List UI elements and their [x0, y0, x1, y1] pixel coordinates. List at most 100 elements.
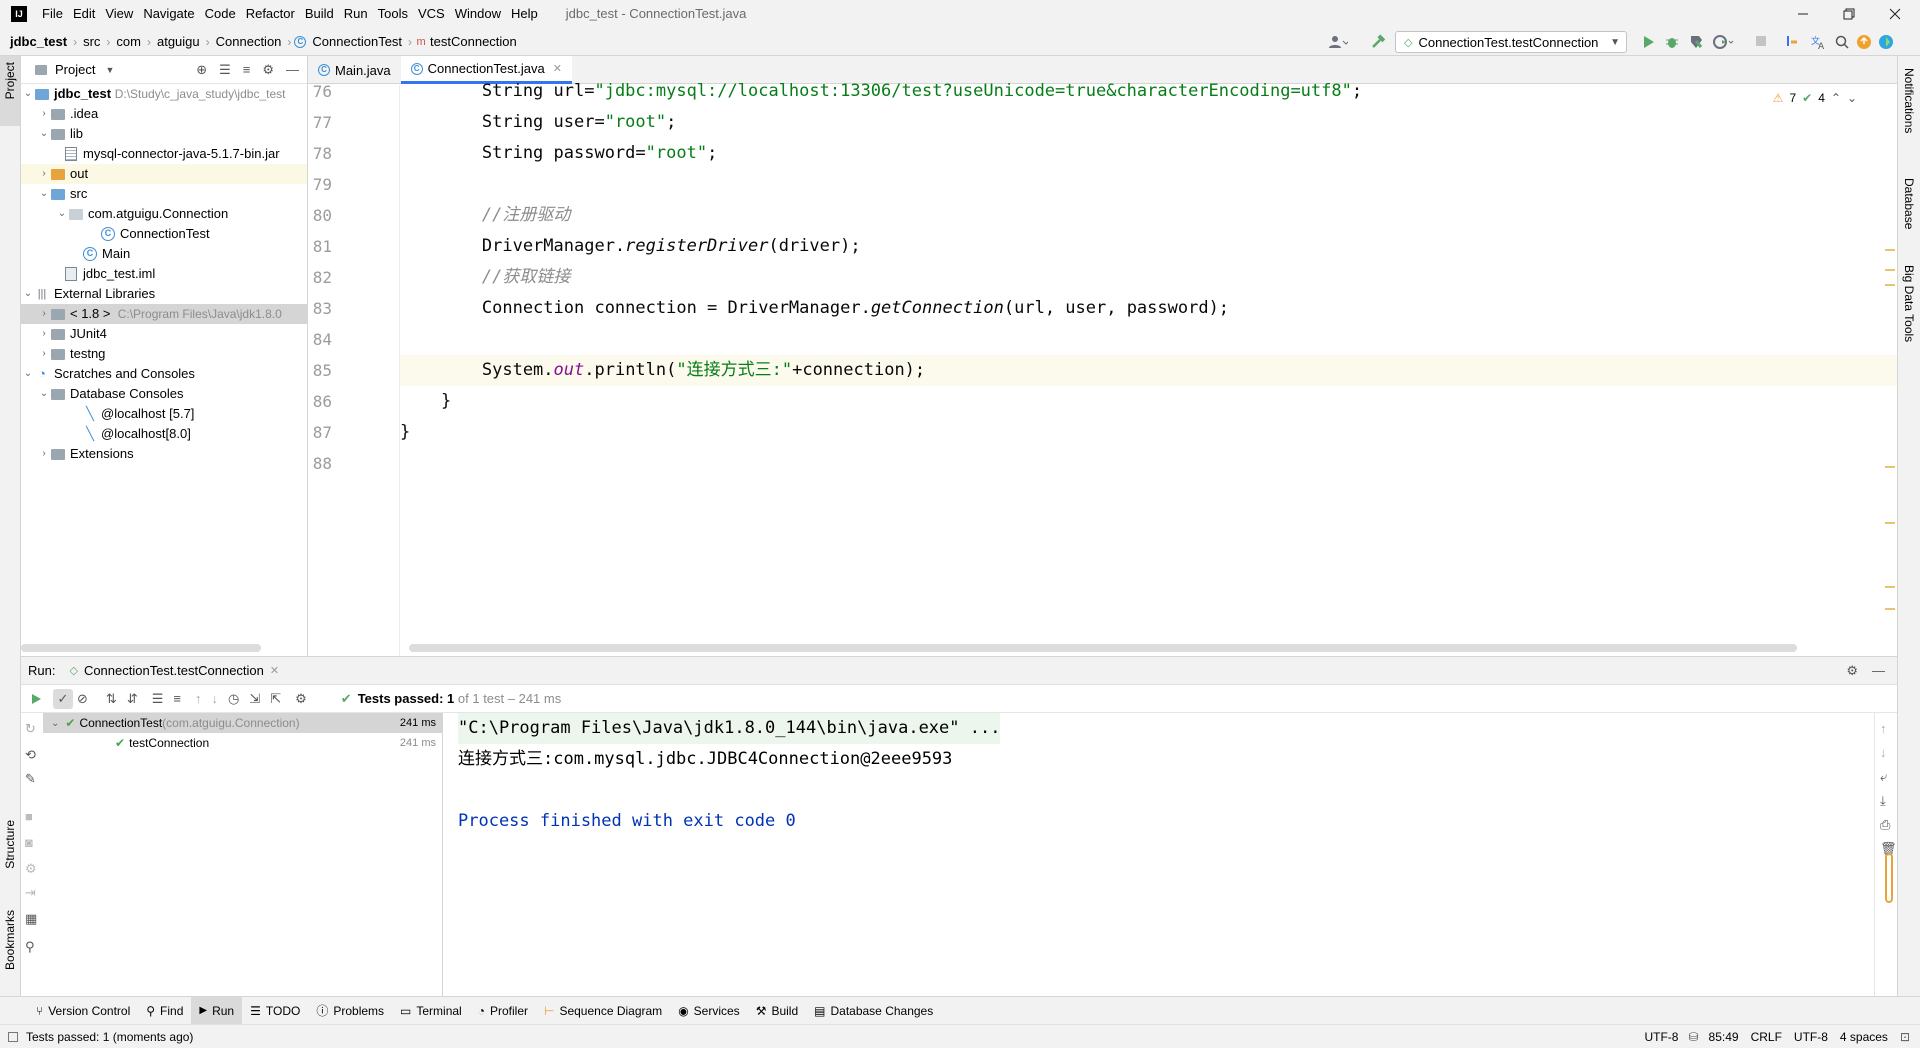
close-window-button[interactable]: [1872, 0, 1918, 28]
tab-terminal[interactable]: ▭ Terminal: [392, 997, 470, 1024]
sort-duration-icon[interactable]: ⇵: [127, 691, 138, 707]
db-icon[interactable]: ⛁: [1688, 1030, 1698, 1044]
stop-icon[interactable]: ■: [25, 809, 33, 824]
minimize-button[interactable]: [1780, 0, 1826, 28]
menu-view[interactable]: View: [100, 0, 138, 28]
project-panel-title[interactable]: Project: [55, 62, 95, 77]
tree-item-scratches[interactable]: ⌄ ◔ Scratches and Consoles: [21, 364, 195, 384]
inspection-widget[interactable]: ⚠ 7 ✔ 4 ⌃ ⌄: [1773, 91, 1857, 105]
notifications-tool-button[interactable]: Notifications: [1898, 64, 1920, 164]
tree-item-src[interactable]: ⌄ src: [37, 184, 88, 204]
menu-build[interactable]: Build: [300, 0, 339, 28]
tree-item-jar[interactable]: mysql-connector-java-5.1.7-bin.jar: [65, 144, 280, 164]
menu-window[interactable]: Window: [450, 0, 506, 28]
error-stripe-mark[interactable]: [1885, 269, 1895, 271]
error-stripe-mark[interactable]: [1885, 608, 1895, 610]
tree-item-main[interactable]: C Main: [83, 244, 130, 264]
project-horizontal-scrollbar[interactable]: [21, 644, 261, 652]
breadcrumb-method[interactable]: testConnection: [427, 34, 520, 49]
locate-icon[interactable]: ⊕: [196, 62, 207, 78]
run-tab-label[interactable]: ConnectionTest.testConnection: [84, 663, 264, 678]
tree-item-localhost-80[interactable]: ╲ @localhost[8.0]: [83, 424, 191, 444]
rerun-failed-icon[interactable]: ↻: [25, 721, 36, 737]
wrench-icon[interactable]: ✎: [25, 771, 36, 787]
big-data-tools-button[interactable]: Big Data Tools: [1898, 261, 1920, 361]
collapse-all-icon[interactable]: ≡: [173, 691, 181, 706]
breadcrumb-class[interactable]: ConnectionTest: [309, 34, 405, 49]
show-ignored-icon[interactable]: ⊘: [77, 691, 88, 707]
chevron-up-icon[interactable]: ⌃: [1831, 91, 1841, 105]
settings-disabled-icon[interactable]: ⚙: [25, 861, 37, 877]
code-line[interactable]: Connection connection = DriverManager.ge…: [400, 293, 1229, 324]
soft-wrap-icon[interactable]: ⤶: [1880, 769, 1887, 785]
menu-file[interactable]: File: [37, 0, 68, 28]
tab-profiler[interactable]: ◔ Profiler: [470, 997, 536, 1024]
coverage-icon[interactable]: [1688, 34, 1704, 50]
code-line[interactable]: String url="jdbc:mysql://localhost:13306…: [400, 76, 1362, 107]
menu-navigate[interactable]: Navigate: [138, 0, 199, 28]
status-message[interactable]: Tests passed: 1 (moments ago): [26, 1030, 193, 1044]
search-icon[interactable]: [1834, 34, 1850, 50]
menu-run[interactable]: Run: [339, 0, 373, 28]
update-icon[interactable]: [1856, 34, 1872, 50]
console-scrollbar[interactable]: [1885, 853, 1893, 903]
error-stripe-mark[interactable]: [1885, 466, 1895, 468]
breadcrumb-atguigu[interactable]: atguigu: [154, 34, 203, 49]
close-tab-icon[interactable]: ✕: [553, 62, 562, 75]
collapse-all-icon[interactable]: ≡: [243, 62, 251, 78]
console-output[interactable]: "C:\Program Files\Java\jdk1.8.0_144\bin\…: [444, 713, 1874, 997]
build-hammer-icon[interactable]: [1370, 34, 1386, 50]
translate-icon[interactable]: 文A: [1810, 34, 1826, 50]
print-icon[interactable]: ⎙: [1880, 817, 1890, 833]
status-toggle-icon[interactable]: [8, 1031, 18, 1042]
breadcrumb-project[interactable]: jdbc_test: [0, 34, 70, 49]
chevron-down-icon[interactable]: ▼: [105, 65, 114, 75]
import-tests-icon[interactable]: ⇲: [249, 691, 260, 707]
menu-vcs[interactable]: VCS: [413, 0, 450, 28]
gear-icon[interactable]: ⚙: [1846, 663, 1858, 679]
code-line[interactable]: }: [400, 386, 451, 417]
code-line[interactable]: DriverManager.registerDriver(driver);: [400, 231, 861, 262]
tab-find[interactable]: ⚲ Find: [138, 997, 191, 1024]
menu-code[interactable]: Code: [200, 0, 241, 28]
toggle-auto-test-icon[interactable]: ⟲: [25, 747, 36, 763]
code-line[interactable]: //注册驱动: [400, 200, 570, 231]
tree-item-iml[interactable]: jdbc_test.iml: [65, 264, 155, 284]
tree-item-external-libraries[interactable]: ⌄ ||| External Libraries: [21, 284, 155, 304]
history-icon[interactable]: ◷: [228, 691, 239, 707]
debug-icon[interactable]: [1664, 34, 1680, 50]
menu-tools[interactable]: Tools: [373, 0, 413, 28]
tab-version-control[interactable]: ⑂ Version Control: [28, 997, 138, 1024]
tree-item-extensions[interactable]: › Extensions: [37, 444, 133, 464]
code-line[interactable]: //获取链接: [400, 262, 570, 293]
vcs-update-icon[interactable]: [1784, 34, 1800, 50]
breadcrumb-src[interactable]: src: [80, 34, 103, 49]
hide-icon[interactable]: —: [286, 62, 299, 78]
status-line-separator[interactable]: CRLF: [1751, 1030, 1782, 1044]
scroll-to-end-icon[interactable]: ⤓: [1880, 793, 1886, 809]
error-stripe-mark[interactable]: [1885, 522, 1895, 524]
stop-icon[interactable]: [1754, 34, 1768, 48]
gear-icon[interactable]: ⚙: [295, 691, 307, 707]
breadcrumb-com[interactable]: com: [113, 34, 144, 49]
code-line[interactable]: System.out.println("连接方式三:"+connection);: [400, 355, 1897, 386]
up-arrow-icon[interactable]: ↑: [1880, 721, 1887, 736]
tree-item-out[interactable]: › out: [21, 164, 307, 184]
exit-icon[interactable]: ⇥: [25, 885, 36, 901]
tree-item-testng[interactable]: › testng: [37, 344, 105, 364]
tab-todo[interactable]: ☰ TODO: [242, 997, 308, 1024]
rerun-icon[interactable]: [29, 692, 43, 706]
status-encoding[interactable]: UTF-8: [1794, 1030, 1828, 1044]
layout-icon[interactable]: ▦: [25, 911, 37, 927]
run-icon[interactable]: [1640, 34, 1656, 50]
plugin-logo-icon[interactable]: [1878, 34, 1894, 50]
code-area[interactable]: ⚠ 7 ✔ 4 ⌃ ⌄ String url="jdbc:mysql://local…: [400, 81, 1897, 656]
tree-item-jdbc-test[interactable]: ⌄ jdbc_test D:\Study\c_java_study\jdbc_te…: [21, 84, 286, 104]
sort-alpha-icon[interactable]: ⇅: [106, 691, 117, 707]
restore-button[interactable]: [1826, 0, 1872, 28]
breadcrumb-connection[interactable]: Connection: [213, 34, 285, 49]
tab-database-changes[interactable]: ▤ Database Changes: [806, 997, 941, 1024]
tab-services[interactable]: ◉ Services: [670, 997, 748, 1024]
database-tool-button[interactable]: Database: [1898, 174, 1920, 249]
tab-run[interactable]: ▶ Run: [191, 997, 243, 1024]
